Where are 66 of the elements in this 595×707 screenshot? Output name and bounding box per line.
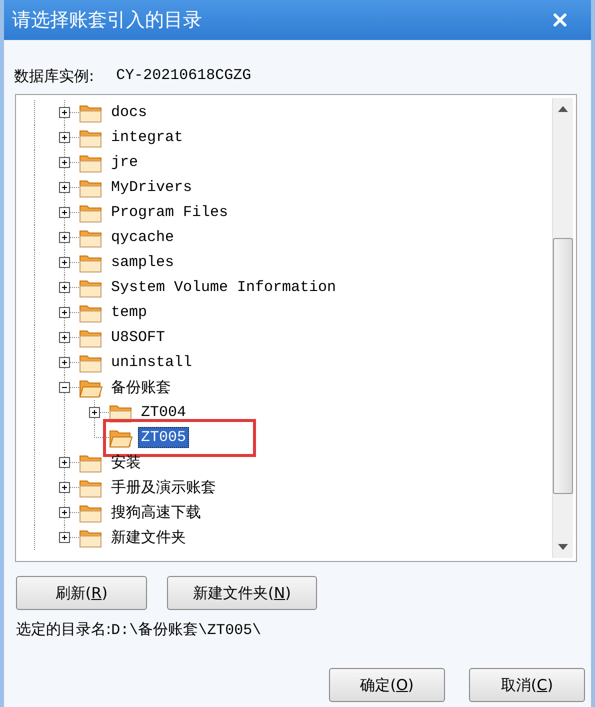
expand-icon[interactable] bbox=[58, 157, 70, 168]
folder-name[interactable]: integrat bbox=[108, 127, 186, 148]
expand-icon[interactable] bbox=[88, 407, 100, 418]
expand-icon[interactable] bbox=[58, 507, 70, 518]
folder-name[interactable]: ZT005 bbox=[138, 427, 190, 448]
folder-name[interactable]: Program Files bbox=[108, 202, 232, 223]
close-icon bbox=[553, 13, 567, 27]
folder-name[interactable]: 安装 bbox=[108, 451, 144, 474]
folder-icon bbox=[79, 278, 103, 298]
expand-icon[interactable] bbox=[58, 282, 70, 293]
folder-icon bbox=[79, 328, 103, 348]
expand-icon[interactable] bbox=[58, 357, 70, 368]
scrollbar[interactable] bbox=[552, 98, 573, 558]
folder-icon bbox=[79, 228, 103, 248]
folder-name[interactable]: 手册及演示账套 bbox=[108, 476, 219, 499]
folder-icon bbox=[79, 128, 103, 148]
scroll-thumb[interactable] bbox=[553, 238, 573, 494]
expand-icon[interactable] bbox=[58, 182, 70, 193]
folder-name[interactable]: System Volume Information bbox=[108, 277, 340, 298]
instance-label: 数据库实例: bbox=[14, 66, 94, 86]
expand-icon[interactable] bbox=[58, 457, 70, 468]
scroll-down-icon[interactable] bbox=[558, 544, 568, 550]
folder-icon bbox=[79, 352, 103, 372]
folder-icon bbox=[79, 302, 103, 322]
folder-name[interactable]: 新建文件夹 bbox=[108, 526, 189, 549]
folder-icon bbox=[79, 478, 103, 498]
new-folder-button[interactable]: 新建文件夹(N) bbox=[167, 576, 317, 610]
folder-name[interactable]: qycache bbox=[108, 227, 178, 248]
open-folder-icon bbox=[79, 378, 103, 398]
folder-icon bbox=[79, 152, 103, 172]
folder-name[interactable]: ZT004 bbox=[138, 402, 190, 423]
expand-icon[interactable] bbox=[58, 207, 70, 218]
folder-icon bbox=[79, 178, 103, 198]
folder-icon bbox=[79, 202, 103, 222]
instance-value: CY-20210618CGZG bbox=[116, 66, 252, 86]
open-folder-icon bbox=[109, 428, 133, 448]
directory-label: 选定的目录名: bbox=[16, 620, 112, 639]
folder-name[interactable]: 搜狗高速下载 bbox=[108, 501, 204, 524]
folder-icon bbox=[79, 102, 103, 122]
folder-name[interactable]: jre bbox=[108, 152, 142, 173]
folder-name[interactable]: U8SOFT bbox=[108, 327, 168, 348]
expand-icon[interactable] bbox=[58, 232, 70, 243]
folder-icon bbox=[79, 528, 103, 548]
folder-name[interactable]: samples bbox=[108, 252, 178, 273]
folder-name[interactable]: uninstall bbox=[108, 352, 196, 373]
expand-icon[interactable] bbox=[58, 107, 70, 118]
refresh-button[interactable]: 刷新(R) bbox=[16, 576, 147, 610]
folder-name[interactable]: 备份账套 bbox=[108, 376, 174, 399]
folder-name[interactable]: MyDrivers bbox=[108, 177, 196, 198]
collapse-icon[interactable] bbox=[58, 382, 70, 393]
expand-icon[interactable] bbox=[58, 132, 70, 143]
expand-icon[interactable] bbox=[58, 257, 70, 268]
expand-icon[interactable] bbox=[58, 307, 70, 318]
cancel-button[interactable]: 取消(C) bbox=[469, 668, 585, 702]
scroll-up-icon[interactable] bbox=[558, 106, 568, 112]
folder-icon bbox=[79, 252, 103, 272]
folder-name[interactable]: docs bbox=[108, 102, 150, 123]
window-title: 请选择账套引入的目录 bbox=[12, 8, 202, 33]
folder-icon bbox=[79, 502, 103, 522]
folder-name[interactable]: temp bbox=[108, 302, 150, 323]
expand-icon[interactable] bbox=[58, 532, 70, 543]
directory-value: D:\备份账套\ZT005\ bbox=[111, 620, 262, 639]
expand-icon[interactable] bbox=[58, 482, 70, 493]
folder-icon bbox=[79, 452, 103, 472]
expand-icon[interactable] bbox=[58, 332, 70, 343]
ok-button[interactable]: 确定(O) bbox=[329, 668, 445, 702]
